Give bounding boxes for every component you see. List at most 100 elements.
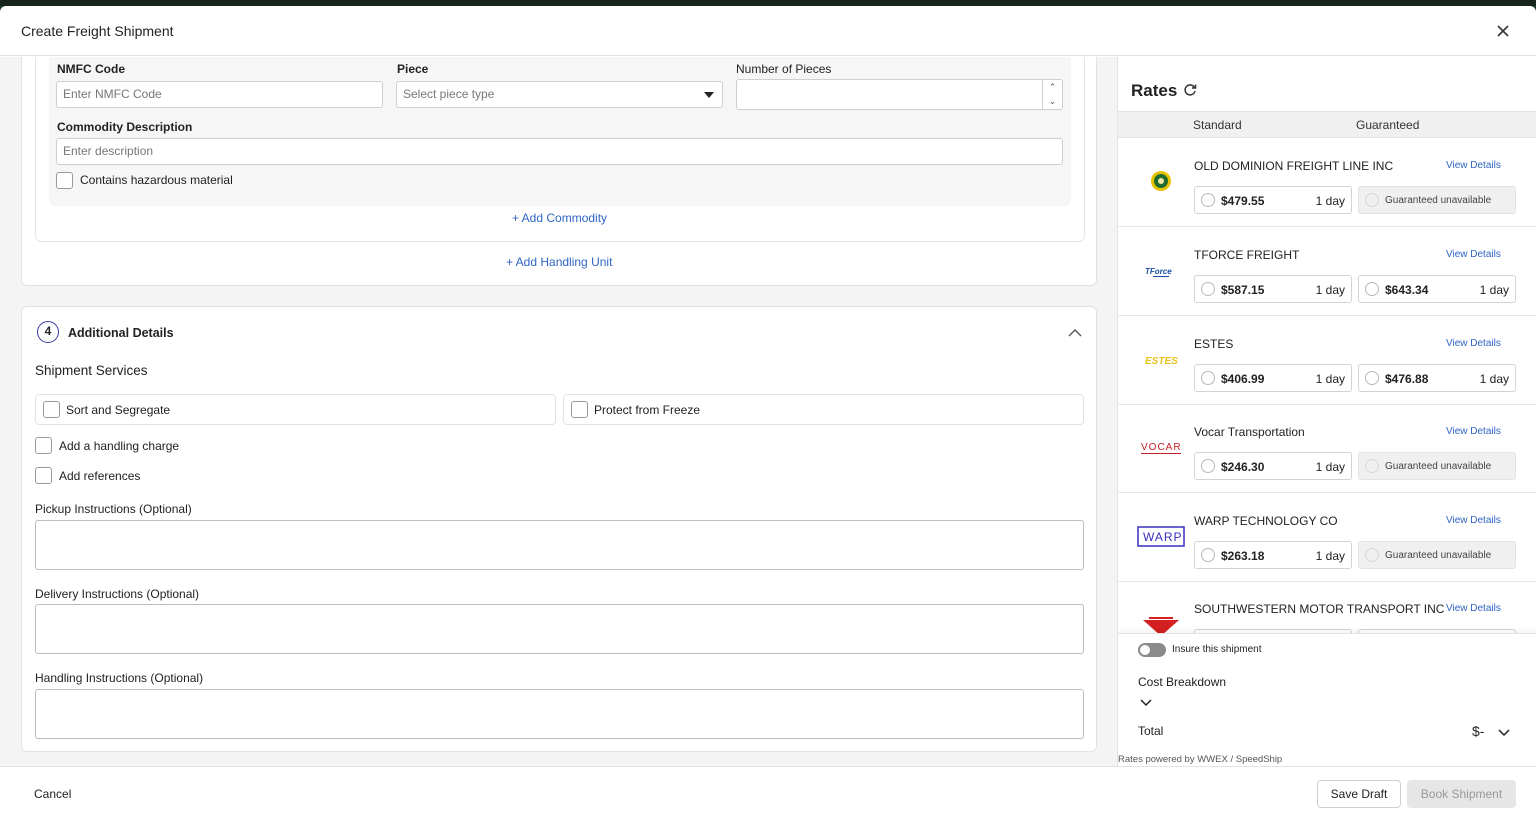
hazardous-material-checkbox[interactable] — [56, 172, 73, 189]
step-number-badge: 4 — [37, 321, 59, 343]
standard-rate-option[interactable]: $246.30 1 day — [1194, 452, 1352, 480]
view-details-link[interactable]: View Details — [1446, 338, 1501, 349]
carrier-row-tforce: TForce TFORCE FREIGHT View Details $587.… — [1118, 228, 1536, 316]
add-commodity-link[interactable]: + Add Commodity — [512, 211, 607, 225]
view-details-link[interactable]: View Details — [1446, 603, 1501, 614]
rate-transit-days: 1 day — [1479, 283, 1509, 297]
carrier-row-old-dominion: OLD DOMINION FREIGHT LINE INC View Detai… — [1118, 139, 1536, 227]
rate-radio[interactable] — [1365, 371, 1379, 385]
cancel-button[interactable]: Cancel — [34, 787, 71, 801]
estes-logo: ESTES — [1137, 347, 1185, 373]
chevron-up-icon[interactable] — [1068, 327, 1082, 337]
protect-from-freeze-checkbox[interactable] — [571, 401, 588, 418]
guaranteed-rate-option[interactable]: $476.88 1 day — [1358, 364, 1516, 392]
standard-rate-option[interactable]: $479.55 1 day — [1194, 186, 1352, 214]
view-details-link[interactable]: View Details — [1446, 426, 1501, 437]
carrier-name: ESTES — [1194, 337, 1234, 351]
view-details-link[interactable]: View Details — [1446, 160, 1501, 171]
carrier-name: Vocar Transportation — [1194, 425, 1305, 439]
handling-unit: NMFC Code Enter NMFC Code Piece Select p… — [35, 57, 1085, 242]
rate-transit-days: 1 day — [1315, 549, 1345, 563]
rate-radio — [1365, 459, 1379, 473]
rate-price: $643.34 — [1385, 283, 1429, 297]
carrier-row-warp: WARP WARP TECHNOLOGY CO View Details $26… — [1118, 494, 1536, 582]
insure-toggle[interactable] — [1138, 643, 1166, 657]
standard-rate-option[interactable]: $406.99 1 day — [1194, 364, 1352, 392]
handling-charge-label: Add a handling charge — [59, 439, 180, 453]
guaranteed-rate-option: Guaranteed unavailable — [1358, 186, 1516, 214]
number-of-pieces-input[interactable]: ⌃ ⌄ — [736, 79, 1063, 110]
carrier-name: OLD DOMINION FREIGHT LINE INC — [1194, 159, 1394, 173]
additional-details-card: 4 Additional Details Shipment Services S… — [21, 306, 1097, 752]
rate-price: $476.88 — [1385, 372, 1429, 386]
rate-radio[interactable] — [1201, 371, 1215, 385]
delivery-instructions-label: Delivery Instructions (Optional) — [35, 587, 200, 601]
hazardous-material-label: Contains hazardous material — [80, 173, 233, 187]
rate-price: $587.15 — [1221, 283, 1265, 297]
handling-instructions-textarea[interactable] — [35, 689, 1084, 739]
handling-charge-checkbox[interactable] — [35, 437, 52, 454]
modal-footer: Cancel Save Draft Book Shipment — [0, 766, 1536, 821]
rate-price: $479.55 — [1221, 194, 1265, 208]
insurance-and-total-panel: Insure this shipment Cost Breakdown Tota… — [1118, 633, 1536, 766]
rates-column-header: Standard Guaranteed — [1118, 111, 1536, 138]
standard-rate-option[interactable]: $587.15 1 day — [1194, 275, 1352, 303]
handling-units-card: NMFC Code Enter NMFC Code Piece Select p… — [21, 57, 1097, 286]
standard-column-label: Standard — [1193, 118, 1242, 132]
number-stepper: ⌃ ⌄ — [1042, 80, 1062, 109]
guaranteed-rate-option[interactable]: $643.34 1 day — [1358, 275, 1516, 303]
additional-details-title: Additional Details — [68, 326, 174, 340]
carrier-name: TFORCE FREIGHT — [1194, 248, 1300, 262]
svg-text:WARP: WARP — [1143, 530, 1183, 544]
view-details-link[interactable]: View Details — [1446, 515, 1501, 526]
total-label: Total — [1138, 724, 1164, 738]
rate-transit-days: 1 day — [1479, 372, 1509, 386]
protect-from-freeze-label: Protect from Freeze — [594, 403, 701, 417]
view-details-link[interactable]: View Details — [1446, 249, 1501, 260]
service-sort-and-segregate[interactable]: Sort and Segregate — [35, 394, 556, 425]
modal-title: Create Freight Shipment — [21, 23, 174, 39]
guaranteed-unavailable-text: Guaranteed unavailable — [1385, 461, 1492, 472]
book-shipment-button[interactable]: Book Shipment — [1407, 780, 1516, 808]
carrier-row-vocar: VOCAR Vocar Transportation View Details … — [1118, 405, 1536, 493]
references-checkbox[interactable] — [35, 467, 52, 484]
carrier-row-estes: ESTES ESTES View Details $406.99 1 day $… — [1118, 317, 1536, 405]
modal-header: Create Freight Shipment — [0, 6, 1536, 56]
close-icon[interactable] — [1492, 20, 1514, 42]
svg-text:ESTES: ESTES — [1145, 356, 1178, 367]
add-handling-unit-link[interactable]: + Add Handling Unit — [506, 255, 612, 269]
shipment-form-pane[interactable]: NMFC Code Enter NMFC Code Piece Select p… — [0, 57, 1117, 766]
total-chevron-icon[interactable] — [1498, 726, 1510, 737]
commodity-description-input[interactable]: Enter description — [56, 138, 1063, 165]
create-freight-shipment-modal: Create Freight Shipment NMFC Code Enter … — [0, 6, 1536, 821]
save-draft-button[interactable]: Save Draft — [1317, 780, 1401, 808]
rate-radio[interactable] — [1201, 282, 1215, 296]
carrier-name: WARP TECHNOLOGY CO — [1194, 514, 1338, 528]
rate-radio[interactable] — [1365, 282, 1379, 296]
delivery-instructions-textarea[interactable] — [35, 604, 1084, 654]
stepper-down-icon[interactable]: ⌄ — [1043, 94, 1062, 108]
refresh-icon[interactable] — [1182, 82, 1198, 98]
caret-down-icon — [704, 92, 714, 98]
rates-panel[interactable]: Rates Standard Guaranteed OLD DOMINION F… — [1117, 57, 1536, 766]
piece-type-placeholder: Select piece type — [403, 87, 495, 101]
piece-type-select[interactable]: Select piece type — [396, 81, 723, 108]
rate-radio[interactable] — [1201, 548, 1215, 562]
rate-radio[interactable] — [1201, 193, 1215, 207]
rates-powered-by: Rates powered by WWEX / SpeedShip — [1118, 754, 1283, 765]
svg-text:TForce: TForce — [1145, 267, 1172, 276]
total-value: $- — [1472, 723, 1485, 739]
cost-breakdown-label: Cost Breakdown — [1138, 675, 1227, 689]
stepper-up-icon[interactable]: ⌃ — [1043, 80, 1062, 94]
nmfc-code-input[interactable]: Enter NMFC Code — [56, 81, 383, 108]
standard-rate-option[interactable]: $263.18 1 day — [1194, 541, 1352, 569]
carrier-name: SOUTHWESTERN MOTOR TRANSPORT INC — [1194, 602, 1445, 616]
sort-and-segregate-label: Sort and Segregate — [66, 403, 171, 417]
rate-radio[interactable] — [1201, 459, 1215, 473]
service-protect-from-freeze[interactable]: Protect from Freeze — [563, 394, 1084, 425]
pickup-instructions-textarea[interactable] — [35, 520, 1084, 570]
sort-and-segregate-checkbox[interactable] — [43, 401, 60, 418]
piece-label: Piece — [397, 62, 429, 76]
commodity-description-label: Commodity Description — [57, 120, 193, 134]
cost-breakdown-chevron-icon[interactable] — [1140, 696, 1152, 707]
